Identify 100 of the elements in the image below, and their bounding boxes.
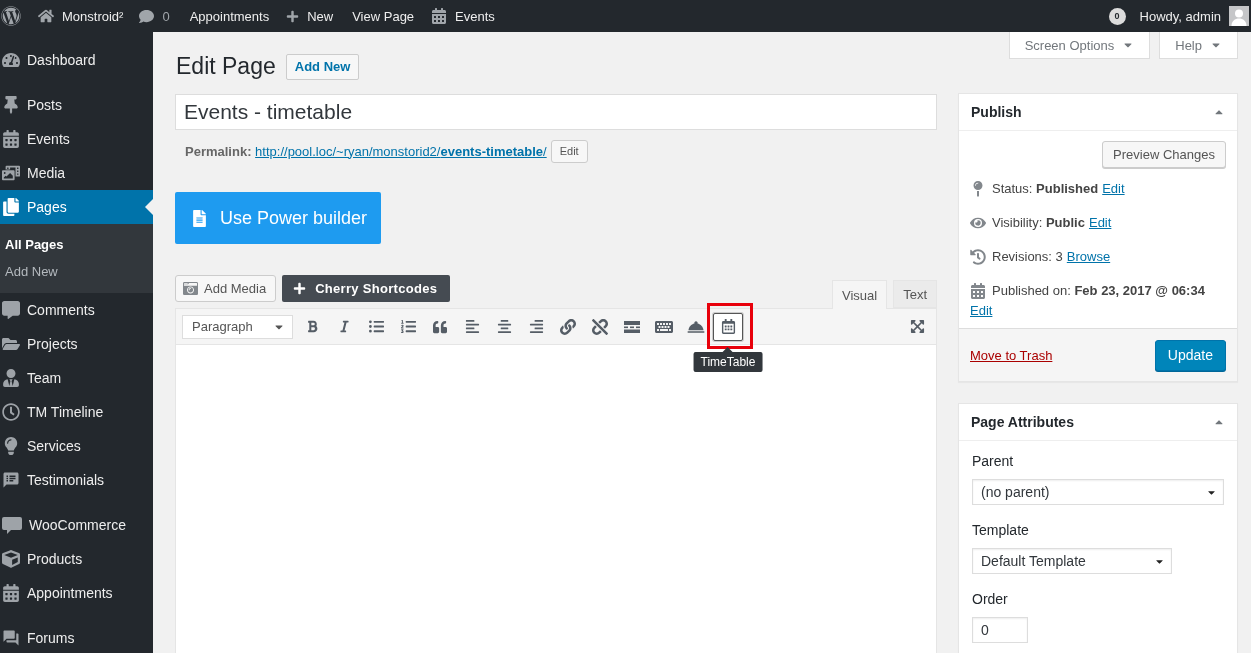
plus-icon: [293, 282, 307, 295]
menu-item[interactable]: Pages: [0, 190, 153, 224]
template-select[interactable]: Default Template: [972, 548, 1172, 574]
menu-item[interactable]: Comments: [0, 293, 153, 327]
unlink-icon: [592, 318, 608, 335]
trash-link[interactable]: Move to Trash: [970, 347, 1053, 363]
align-right-icon: [528, 319, 544, 334]
order-field[interactable]: 0: [972, 617, 1028, 643]
add-new-button[interactable]: Add New: [285, 53, 360, 80]
editor-tab[interactable]: Visual: [831, 280, 888, 309]
gauge-icon: [2, 51, 20, 69]
permalink-link[interactable]: http://pool.loc/~ryan/monstorid2/events-timetable/: [255, 143, 547, 159]
menu-item[interactable]: Projects: [0, 327, 153, 361]
toolbar-link[interactable]: Appointments: [179, 0, 278, 32]
expand-arrows-icon: [909, 319, 925, 334]
meta-link[interactable]: Browse: [1066, 247, 1111, 267]
meta-text: Published on: Feb 23, 2017 @ 06:34: [992, 282, 1205, 300]
submenu-item[interactable]: All Pages: [0, 231, 153, 258]
calendar-icon: [970, 283, 986, 299]
menu-item[interactable]: Team: [0, 361, 153, 395]
meta-text: Status: Published: [992, 180, 1099, 198]
person-icon: [2, 369, 20, 387]
link-icon: [560, 318, 576, 335]
speech-bubble-icon: [139, 8, 155, 24]
screen-tab[interactable]: Screen Options: [1008, 32, 1151, 59]
cube-icon: [2, 550, 20, 568]
menu-item[interactable]: Products: [0, 542, 153, 576]
bulleted-list-icon: [368, 319, 384, 334]
history-icon: [970, 249, 986, 265]
panel-title: Publish: [971, 104, 1022, 120]
preview-button[interactable]: Preview Changes: [1102, 141, 1226, 168]
update-button[interactable]: Update: [1154, 339, 1226, 371]
parent-select[interactable]: (no parent): [972, 479, 1224, 505]
menu-item[interactable]: Posts: [0, 88, 153, 122]
folder-icon: [2, 335, 20, 353]
photo-video-icon: [2, 164, 20, 182]
lightbulb-icon: [2, 437, 20, 455]
menu-item[interactable]: Dashboard: [0, 43, 153, 77]
numbered-list-icon: [400, 319, 416, 334]
calendar-icon: [2, 130, 20, 148]
panel-title: Page Attributes: [971, 414, 1074, 430]
format-select[interactable]: Paragraph: [182, 314, 293, 339]
menu-item[interactable]: Appointments: [0, 576, 153, 610]
account-link[interactable]: Howdy, admin: [1131, 0, 1251, 32]
align-left-icon: [464, 319, 480, 334]
meta-link[interactable]: Edit: [1102, 179, 1125, 199]
menu-item[interactable]: Forums: [0, 621, 153, 653]
italic-icon: [337, 320, 351, 333]
note-bubble-icon: [2, 471, 20, 489]
editor-field[interactable]: [175, 345, 937, 653]
menu-item[interactable]: TM Timeline: [0, 395, 153, 429]
permalink-text: Permalink: http://pool.loc/~ryan/monstorid2/events-timetable/: [185, 143, 547, 159]
field-label: Order: [972, 590, 1009, 609]
toolbar-link[interactable]: View Page: [342, 0, 423, 32]
speech-bubble-icon: [2, 516, 22, 534]
calendar-icon: [720, 319, 736, 334]
documents-icon: [2, 198, 20, 216]
calendar-icon: [2, 584, 20, 602]
menu-item[interactable]: WooCommerce: [0, 508, 153, 542]
menu-item[interactable]: Media: [0, 156, 153, 190]
eye-icon: [970, 215, 986, 231]
align-center-icon: [496, 319, 512, 334]
bold-icon: [305, 320, 319, 333]
meta-text: Visibility: Public: [992, 214, 1085, 232]
editor-tab[interactable]: Text: [893, 280, 937, 308]
comments-link[interactable]: 0: [131, 0, 180, 32]
toolbar-link[interactable]: New: [277, 0, 343, 32]
plus-icon: [286, 9, 300, 23]
menu-item[interactable]: Events: [0, 122, 153, 156]
shortcodes-button[interactable]: Cherry Shortcodes: [282, 275, 451, 302]
pushpin-icon: [2, 96, 20, 114]
page-heading: Edit Page: [175, 53, 276, 80]
screen-tab[interactable]: Help: [1159, 32, 1238, 59]
toolbar-link[interactable]: Events: [422, 0, 504, 32]
document-icon: [191, 209, 208, 227]
quote-icon: [433, 319, 447, 334]
chat-bubbles-icon: [2, 629, 20, 647]
avatar-icon: [1229, 6, 1249, 26]
edit-permalink-button[interactable]: Edit: [550, 139, 588, 163]
add-media-button[interactable]: Add Media: [175, 275, 277, 302]
home-icon: [38, 8, 54, 24]
speech-bubble-icon: [2, 301, 20, 319]
toolbar-button[interactable]: [713, 312, 743, 341]
meta-text: Revisions: 3: [992, 248, 1063, 266]
menu-item[interactable]: Testimonials: [0, 463, 153, 497]
meta-link[interactable]: Edit: [970, 301, 993, 321]
site-name-link[interactable]: Monstroid²: [30, 0, 132, 32]
logo-icon: [1, 6, 21, 26]
meta-link[interactable]: Edit: [1088, 213, 1112, 233]
clock-icon: [2, 403, 20, 421]
page-break-icon: [624, 320, 640, 333]
submenu-item[interactable]: Add New: [0, 258, 153, 285]
menu-item[interactable]: Services: [0, 429, 153, 463]
field-label: Template: [972, 521, 1030, 540]
camera-icon: [183, 281, 198, 296]
current-pointer-icon: [145, 199, 153, 215]
notification-badge: 0: [1108, 7, 1126, 25]
calendar-icon: [431, 8, 448, 24]
field-label: Parent: [972, 452, 1015, 471]
title-field[interactable]: Events - timetable: [175, 94, 937, 130]
